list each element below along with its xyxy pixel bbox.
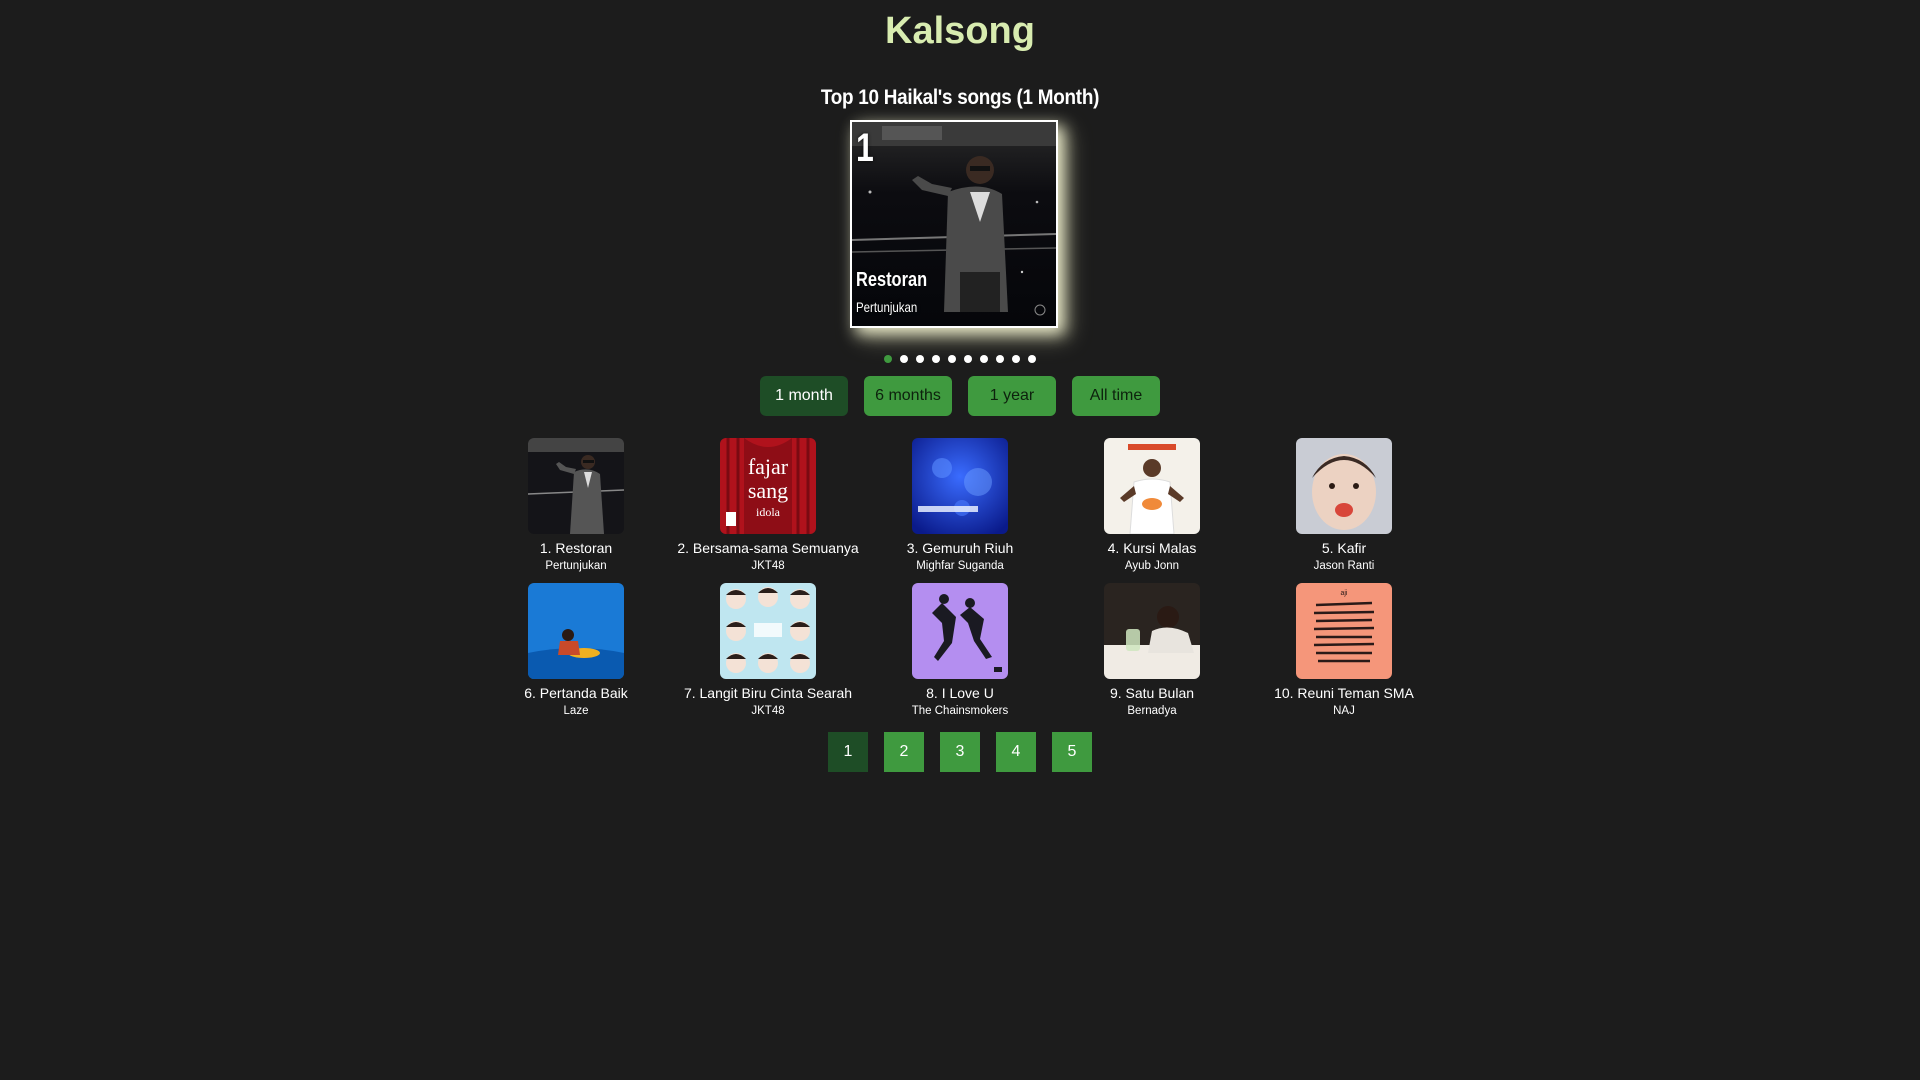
carousel-dot[interactable]: [900, 355, 908, 363]
album-cover: [720, 583, 816, 679]
song-card[interactable]: 8. I Love U The Chainsmokers: [864, 583, 1056, 718]
song-title: 10. Reuni Teman SMA: [1274, 685, 1414, 701]
carousel-dot[interactable]: [980, 355, 988, 363]
featured-carousel[interactable]: 1 Restoran Pertunjukan: [850, 120, 1058, 328]
section-title: Top 10 Haikal's songs (1 Month): [820, 86, 1100, 109]
period-1-month-button[interactable]: 1 month: [760, 376, 848, 416]
song-title: 2. Bersama-sama Semuanya: [677, 540, 859, 556]
pagination: 1 2 3 4 5: [0, 732, 1920, 772]
carousel-dot[interactable]: [884, 355, 892, 363]
carousel-dot[interactable]: [932, 355, 940, 363]
song-card[interactable]: 3. Gemuruh Riuh Mighfar Suganda: [864, 438, 1056, 573]
svg-text:aji: aji: [1340, 590, 1347, 597]
carousel-rank: 1: [856, 126, 874, 170]
svg-text:fajar: fajar: [748, 454, 789, 479]
carousel-dot[interactable]: [1028, 355, 1036, 363]
carousel-dot[interactable]: [1012, 355, 1020, 363]
page-button-5[interactable]: 5: [1052, 732, 1092, 772]
song-artist: JKT48: [751, 705, 785, 717]
page-button-4[interactable]: 4: [996, 732, 1036, 772]
period-filter: 1 month 6 months 1 year All time: [0, 376, 1920, 416]
song-artist: Jason Ranti: [1313, 560, 1375, 572]
song-title: 1. Restoran: [539, 540, 613, 556]
song-card[interactable]: 1. Restoran Pertunjukan: [480, 438, 672, 573]
song-grid: 1. Restoran Pertunjukan fajar sang idola: [480, 438, 1440, 718]
album-cover: fajar sang idola: [720, 438, 816, 534]
song-artist: JKT48: [751, 560, 785, 572]
album-cover: [912, 438, 1008, 534]
page-button-3[interactable]: 3: [940, 732, 980, 772]
song-artist: Bernadya: [1127, 705, 1177, 717]
song-artist: Mighfar Suganda: [916, 560, 1004, 572]
song-card[interactable]: fajar sang idola 2. Bersama-sama Semuany…: [672, 438, 864, 573]
song-title: 7. Langit Biru Cinta Searah: [683, 685, 853, 701]
song-card[interactable]: 9. Satu Bulan Bernadya: [1056, 583, 1248, 718]
song-card[interactable]: 6. Pertanda Baik Laze: [480, 583, 672, 718]
song-card[interactable]: 4. Kursi Malas Ayub Jonn: [1056, 438, 1248, 573]
page: Kalsong Top 10 Haikal's songs (1 Month): [0, 0, 1920, 1080]
album-cover: [1104, 583, 1200, 679]
song-artist: The Chainsmokers: [911, 705, 1009, 717]
period-6-months-button[interactable]: 6 months: [864, 376, 952, 416]
svg-text:sang: sang: [748, 478, 788, 503]
carousel-cover-image: [852, 122, 1056, 326]
carousel-song-title: Restoran: [856, 269, 928, 291]
carousel-dot[interactable]: [996, 355, 1004, 363]
carousel-dot[interactable]: [948, 355, 956, 363]
album-cover: aji: [1296, 583, 1392, 679]
song-title: 4. Kursi Malas: [1107, 540, 1197, 556]
song-card[interactable]: 7. Langit Biru Cinta Searah JKT48: [672, 583, 864, 718]
carousel-dot[interactable]: [964, 355, 972, 363]
song-title: 5. Kafir: [1321, 540, 1367, 556]
album-cover: [1296, 438, 1392, 534]
period-all-time-button[interactable]: All time: [1072, 376, 1160, 416]
album-cover: [1104, 438, 1200, 534]
song-card[interactable]: 5. Kafir Jason Ranti: [1248, 438, 1440, 573]
carousel-dots: [0, 355, 1920, 363]
song-title: 9. Satu Bulan: [1109, 685, 1195, 701]
song-title: 6. Pertanda Baik: [524, 685, 628, 701]
carousel-artist: Pertunjukan: [856, 299, 918, 315]
brand-title: Kalsong: [885, 10, 1035, 52]
song-title: 3. Gemuruh Riuh: [906, 540, 1014, 556]
song-title: 8. I Love U: [926, 685, 994, 701]
carousel-dot[interactable]: [916, 355, 924, 363]
svg-text:idola: idola: [756, 505, 781, 519]
album-cover: [528, 583, 624, 679]
page-button-1[interactable]: 1: [828, 732, 868, 772]
album-cover: [912, 583, 1008, 679]
song-artist: Pertunjukan: [545, 560, 607, 572]
song-card[interactable]: aji 10. Reuni Teman SMA NAJ: [1248, 583, 1440, 718]
song-artist: NAJ: [1333, 705, 1355, 717]
period-1-year-button[interactable]: 1 year: [968, 376, 1056, 416]
song-artist: Laze: [563, 705, 589, 717]
song-artist: Ayub Jonn: [1124, 560, 1180, 572]
album-cover: [528, 438, 624, 534]
page-button-2[interactable]: 2: [884, 732, 924, 772]
